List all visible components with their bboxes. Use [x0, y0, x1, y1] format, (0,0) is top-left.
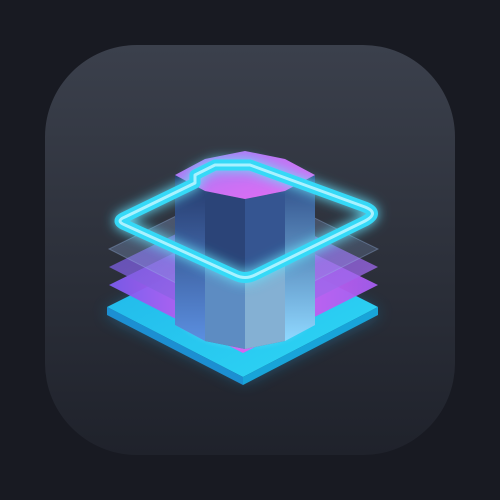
page-background — [0, 0, 500, 500]
layered-stack-app-icon — [45, 45, 455, 455]
